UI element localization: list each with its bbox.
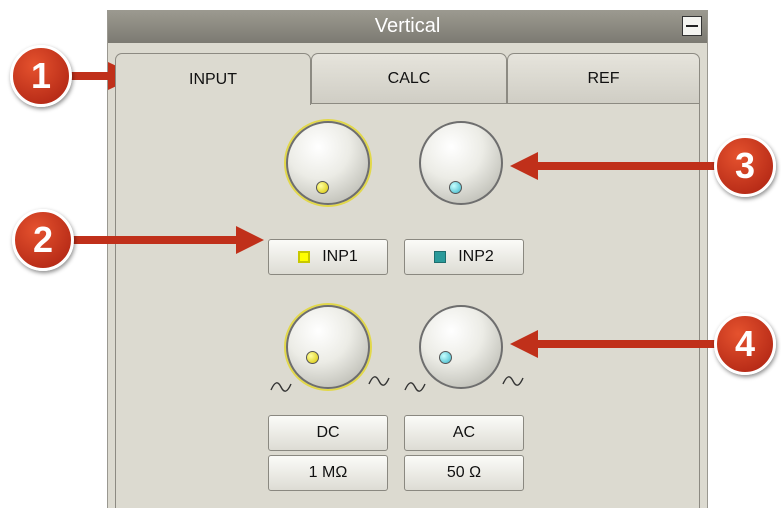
callout-badge-4: 4 bbox=[714, 313, 776, 375]
tab-input[interactable]: INPUT bbox=[115, 53, 311, 105]
callout-badge-1: 1 bbox=[10, 45, 72, 107]
tab-input-label: INPUT bbox=[189, 70, 237, 88]
callout-4-number: 4 bbox=[734, 323, 756, 364]
callout-1-number: 1 bbox=[30, 55, 52, 96]
callout-badge-2: 2 bbox=[12, 209, 74, 271]
callout-badge-3: 3 bbox=[714, 135, 776, 197]
callout-3-number: 3 bbox=[734, 145, 756, 186]
callout-2-number: 2 bbox=[32, 219, 54, 260]
